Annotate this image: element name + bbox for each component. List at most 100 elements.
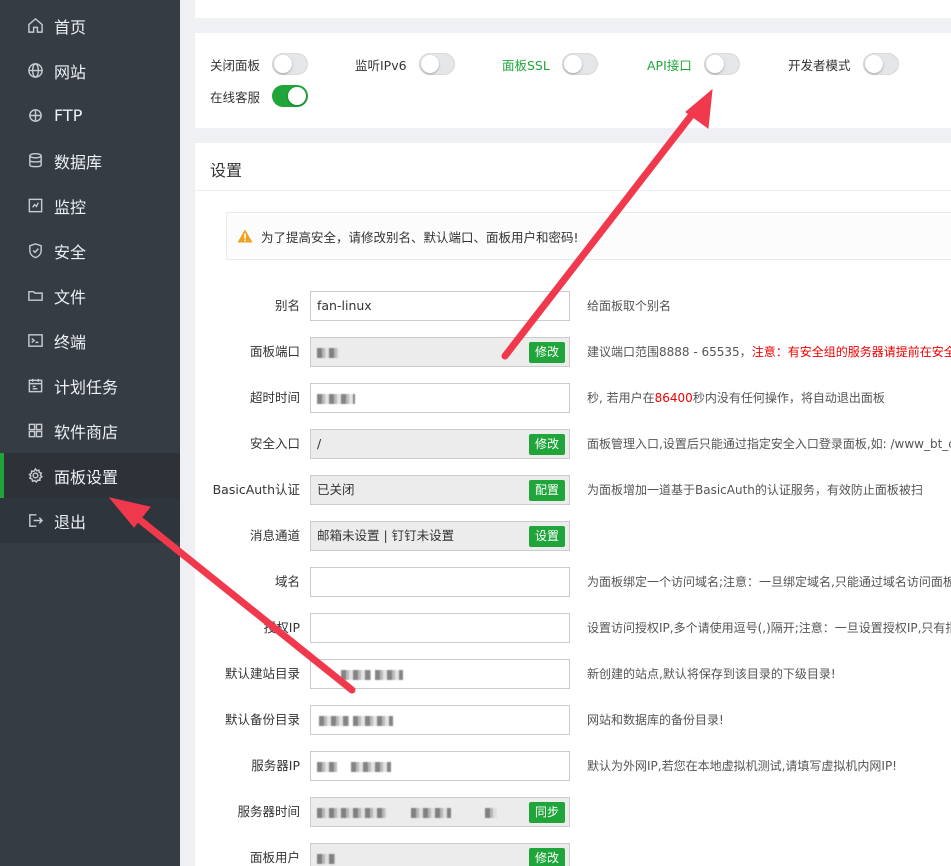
gear-icon [26,467,44,485]
redacted-value [317,761,337,772]
field-value: 邮箱未设置 | 钉钉未设置 [317,528,455,543]
row-server-time: 服务器时间 同步 [195,797,951,827]
basicauth-field: 已关闭 配置 [310,475,570,505]
row-port: 面板端口 修改 建议端口范围8888 - 65535，注意：有安全组的服务器请提… [195,337,951,367]
domain-input[interactable] [310,567,570,597]
row-hint: 秒, 若用户在86400秒内没有任何操作，将自动退出面板 [587,383,885,413]
panel-user-modify-button[interactable]: 修改 [528,848,565,866]
warning-box: 为了提高安全，请修改别名、默认端口、面板用户和密码! [226,212,951,260]
nav-label: 软件商店 [54,422,119,442]
toggle-label: 监听IPv6 [355,57,407,73]
field-value: / [317,436,322,451]
server-ip-input[interactable] [310,751,570,781]
security-entry-modify-button[interactable]: 修改 [528,434,565,455]
nav-item-panel-settings[interactable]: 面板设置 [0,453,180,498]
database-icon [26,152,44,170]
row-hint: 面板管理入口,设置后只能通过指定安全入口登录面板,如: /www_bt_cn [587,437,951,451]
nav-item-logout[interactable]: 退出 [0,498,180,543]
nav-item-home[interactable]: 首页 [0,3,180,48]
row-hint: 为面板增加一道基于BasicAuth的认证服务，有效防止面板被扫 [587,483,923,497]
close-panel-switch[interactable] [272,53,309,75]
nav-item-files[interactable]: 文件 [0,273,180,318]
row-label: 默认建站目录 [224,666,300,681]
hint-number: 86400 [654,391,693,405]
sidebar: 首页 网站 FTP 数据库 监控 安全 文件 终端 计划任务 软件商店 面板设置 [0,0,180,866]
row-label: 消息通道 [249,528,300,543]
nav-item-security[interactable]: 安全 [0,228,180,273]
toggle-label[interactable]: 面板SSL [502,55,550,74]
warning-icon [237,229,253,243]
api-switch[interactable] [703,53,740,75]
port-modify-button[interactable]: 修改 [528,342,565,363]
redacted-value [374,669,403,680]
nav-item-ftp[interactable]: FTP [0,93,180,138]
nav-item-cron[interactable]: 计划任务 [0,363,180,408]
nav-label: 网站 [54,62,87,82]
row-hint: 设置访问授权IP,多个请使用逗号(,)隔开;注意：一旦设置授权IP,只有指 [587,621,951,635]
redacted-value [317,807,387,818]
row-timeout: 超时时间 秒, 若用户在86400秒内没有任何操作，将自动退出面板 [195,383,951,413]
nav-label: 退出 [54,512,87,532]
redacted-value [410,807,451,818]
ipv6-switch[interactable] [418,53,455,75]
row-site-dir: 默认建站目录 新创建的站点,默认将保存到该目录的下级目录! [195,659,951,689]
row-hint: 为面板绑定一个访问域名;注意：一旦绑定域名,只能通过域名访问面板 [587,575,951,589]
authorized-ip-input[interactable] [310,613,570,643]
row-domain: 域名 为面板绑定一个访问域名;注意：一旦绑定域名,只能通过域名访问面板 [195,567,951,597]
hint-text: 秒, 若用户在 [587,391,655,405]
toggle-close-panel: 关闭面板 [210,53,309,75]
nav-label: 计划任务 [54,377,119,397]
nav-label: 安全 [54,242,87,262]
row-label: 服务器IP [251,758,300,773]
redacted-value [484,807,497,818]
nav-item-monitor[interactable]: 监控 [0,183,180,228]
toggle-ssl: 面板SSL [502,53,598,75]
nav-item-database[interactable]: 数据库 [0,138,180,183]
row-hint: 给面板取个别名 [587,299,672,313]
row-security-entry: 安全入口 / 修改 面板管理入口,设置后只能通过指定安全入口登录面板,如: /ww… [195,429,951,459]
warning-text: 为了提高安全，请修改别名、默认端口、面板用户和密码! [261,229,579,245]
settings-card: 设置 为了提高安全，请修改别名、默认端口、面板用户和密码! 别名 fan-lin… [195,143,951,866]
nav-label: FTP [54,106,83,125]
row-panel-user: 面板用户 修改 [195,843,951,866]
toggle-card: 关闭面板 监听IPv6 面板SSL API接口 开发者模式 在线客服 [195,33,951,128]
nav-item-website[interactable]: 网站 [0,48,180,93]
alias-input[interactable]: fan-linux [310,291,570,321]
nav-label: 监控 [54,197,87,217]
site-dir-input[interactable] [310,659,570,689]
hint-warning: 注意：有安全组的服务器请提前在安全组 [751,345,951,359]
hint-text: 秒内没有任何操作，将自动退出面板 [692,391,885,405]
port-field: 修改 [310,337,570,367]
server-time-field: 同步 [310,797,570,827]
toggle-label[interactable]: API接口 [647,55,692,74]
ssl-switch[interactable] [561,53,598,75]
online-service-switch[interactable] [272,85,309,107]
nav-item-terminal[interactable]: 终端 [0,318,180,363]
main-content: 关闭面板 监听IPv6 面板SSL API接口 开发者模式 在线客服 设置 为了… [180,0,951,866]
toggle-online-service: 在线客服 [210,85,309,107]
backup-dir-input[interactable] [310,705,570,735]
ftp-icon [26,107,44,125]
row-label: 面板端口 [249,344,300,359]
row-label: 安全入口 [249,436,300,451]
redacted-value [319,715,349,726]
grid-icon [26,422,44,440]
toggle-ipv6: 监听IPv6 [355,53,455,75]
dev-mode-switch[interactable] [862,53,899,75]
row-label: 服务器时间 [237,804,300,819]
toggle-dev-mode: 开发者模式 [788,53,899,75]
timeout-input[interactable] [310,383,570,413]
nav-label: 文件 [54,287,87,307]
row-backup-dir: 默认备份目录 网站和数据库的备份目录! [195,705,951,735]
message-channel-setup-button[interactable]: 设置 [528,526,565,547]
toggle-api: API接口 [647,53,740,75]
field-value: 已关闭 [317,482,355,497]
row-message-channel: 消息通道 邮箱未设置 | 钉钉未设置 设置 [195,521,951,551]
basicauth-config-button[interactable]: 配置 [528,480,565,501]
monitor-icon [26,197,44,215]
sync-time-button[interactable]: 同步 [528,802,565,823]
row-label: 超时时间 [249,390,300,405]
row-alias: 别名 fan-linux 给面板取个别名 [195,291,951,321]
home-icon [26,17,44,35]
nav-item-store[interactable]: 软件商店 [0,408,180,453]
